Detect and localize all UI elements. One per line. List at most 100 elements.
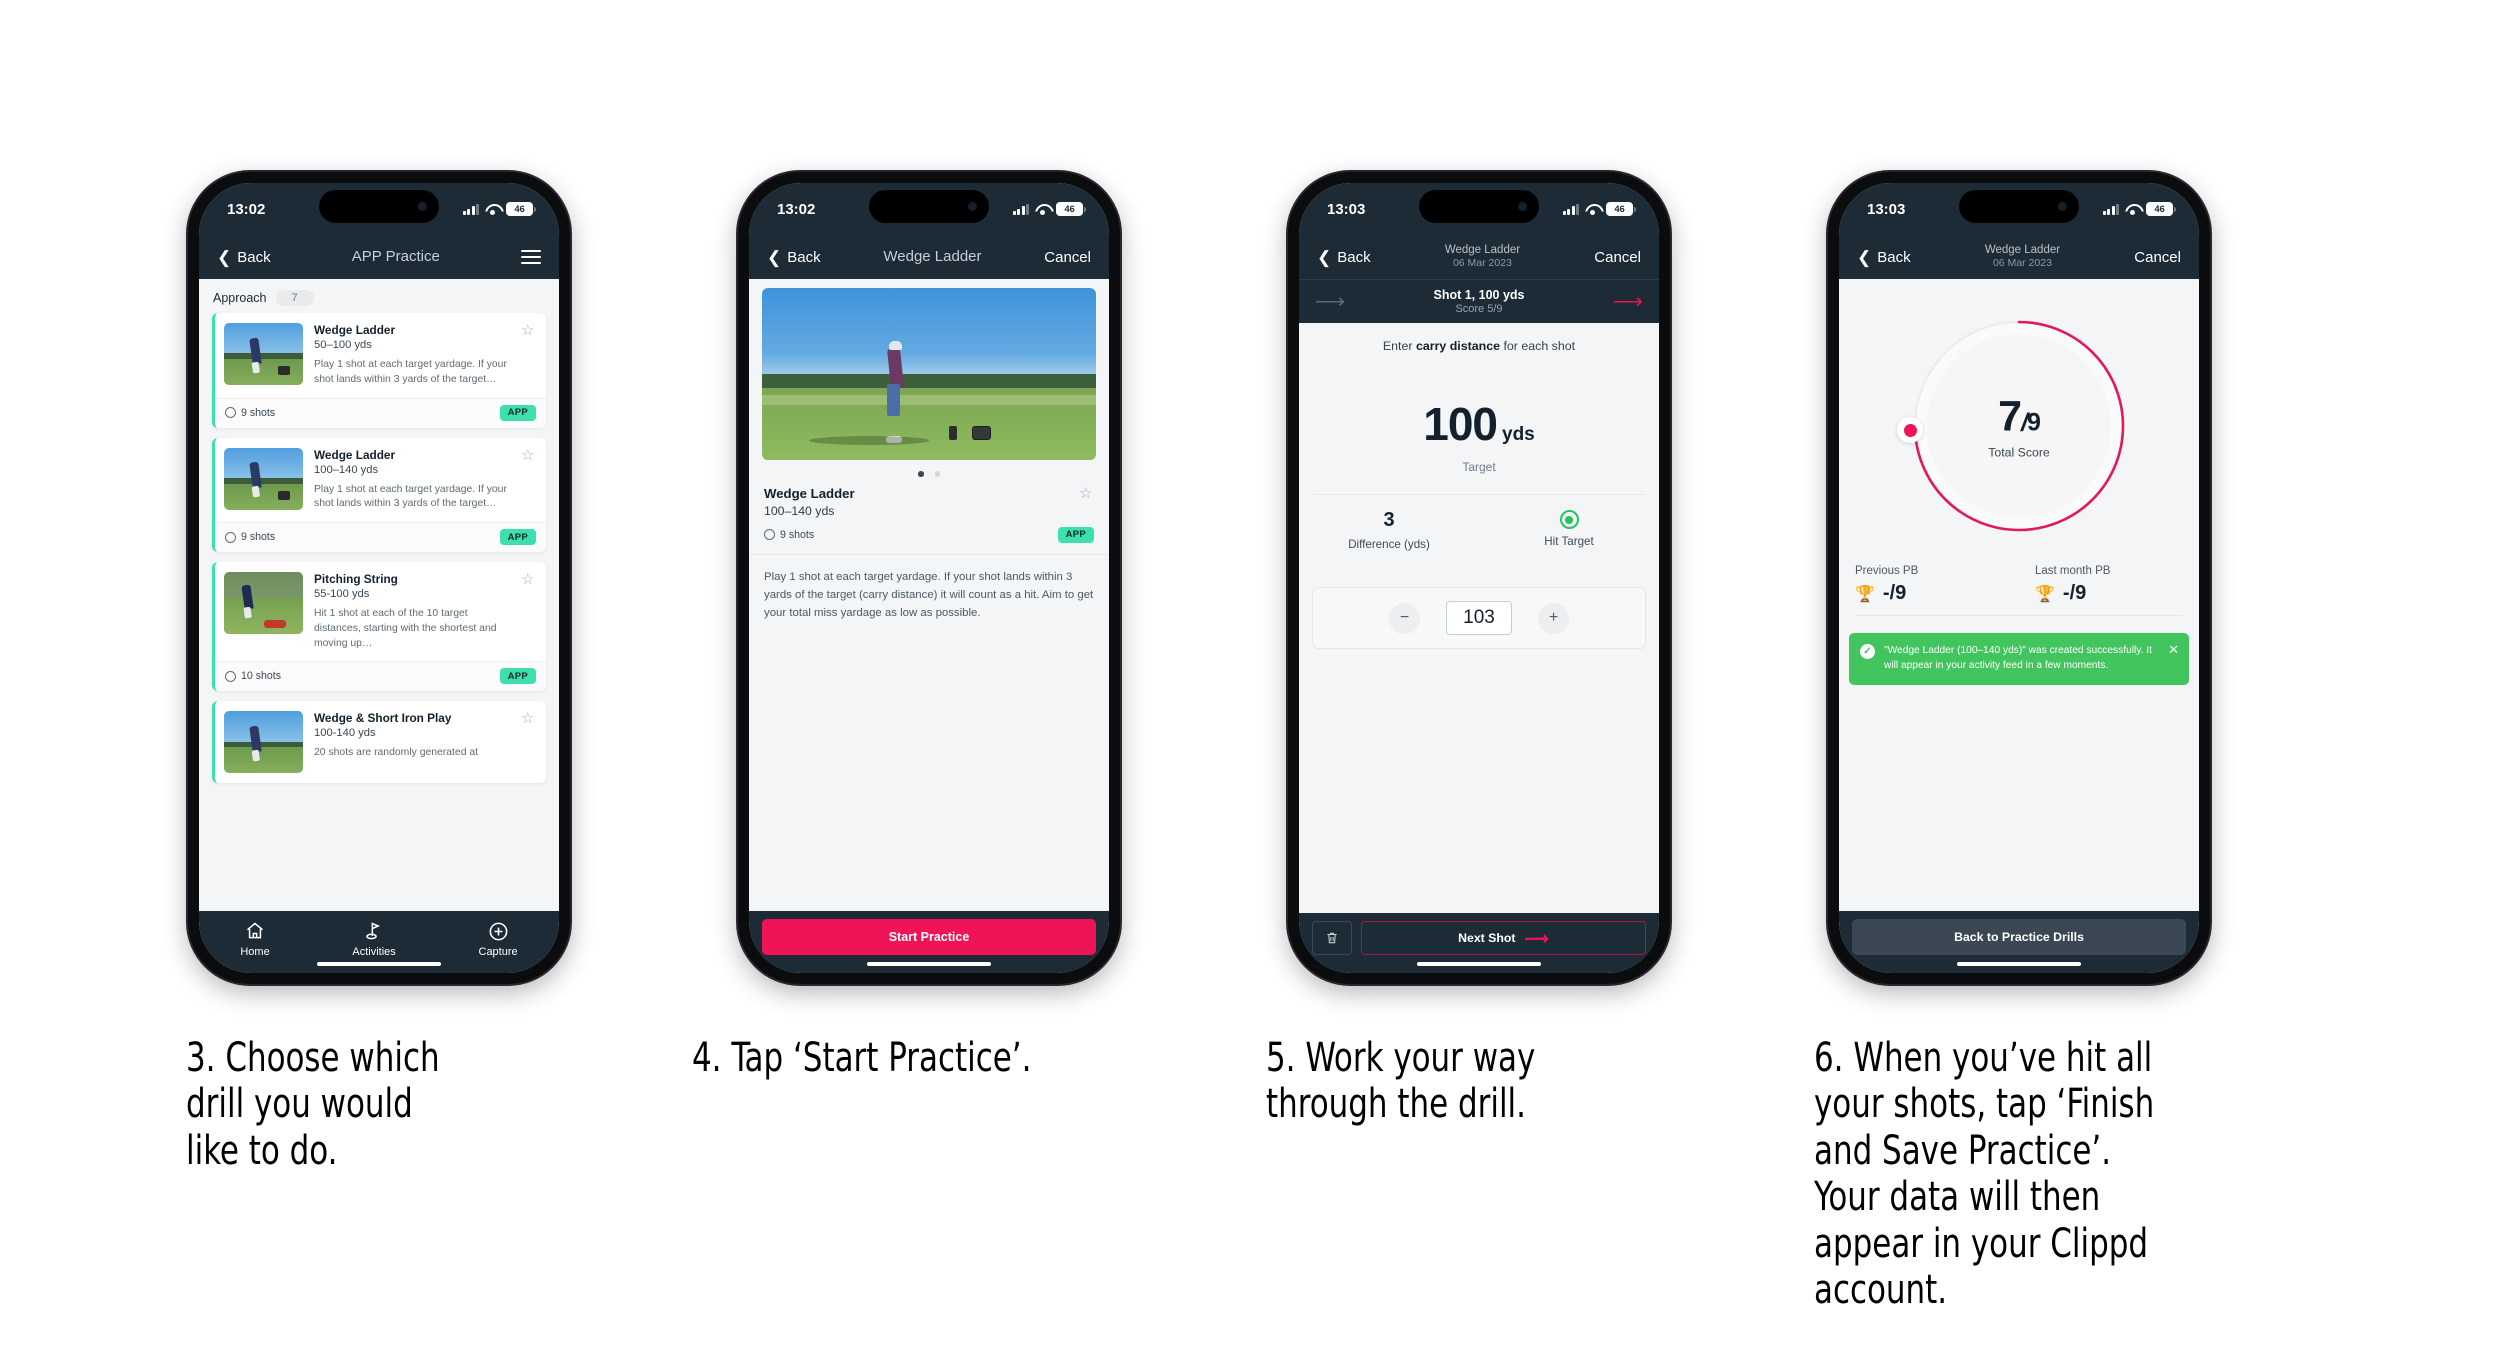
stat-difference: 3 Difference (yds) [1299,509,1479,551]
page-title: Wedge Ladder 06 Mar 2023 [1985,244,2060,269]
tab-home[interactable]: Home [240,920,270,958]
carry-distance-stepper: − 103 + [1312,587,1646,649]
drill-title: Wedge Ladder [314,323,396,337]
drill-description: 20 shots are randomly generated at [314,747,479,759]
list-item[interactable]: Wedge & Short Iron Play 100-140 yds 20 s… [212,701,546,784]
close-icon[interactable]: ✕ [2168,643,2179,656]
card-text: Wedge Ladder 100–140 yds Play 1 shot at … [314,448,510,513]
difference-label: Difference (yds) [1348,538,1430,551]
back-label: Back [1877,248,1911,266]
drill-thumbnail [224,711,303,774]
drill-hero-image[interactable] [762,288,1096,460]
carousel-dot-2[interactable] [934,471,940,477]
drill-thumbnail [224,447,303,510]
battery-icon: 46 [1606,202,1636,216]
camera-icon [1518,202,1527,211]
clock-icon [764,529,775,540]
hamburger-icon[interactable] [521,249,541,265]
instruction-sheet: 13:02 46 ❮ Back APP Practice Approach 7 … [0,0,2503,1347]
page-title: Wedge Ladder 06 Mar 2023 [1445,244,1520,269]
prompt-bold: carry distance [1415,339,1500,353]
list-item[interactable]: Wedge Ladder 100–140 yds Play 1 shot at … [212,437,546,553]
status-time: 13:03 [1327,200,1366,218]
last-month-pb-value-row: 🏆 -/9 [2035,582,2193,605]
shot-footer: Next Shot ⟶ [1299,913,1659,973]
status-indicators: 46 [1012,202,1086,216]
difference-value: 3 [1383,509,1395,531]
dynamic-island [1959,190,2079,223]
dynamic-island [1419,190,1539,223]
cancel-button[interactable]: Cancel [1594,249,1641,266]
shot-count-label: 9 shots [780,528,815,541]
camera-icon [418,202,427,211]
card-footer: 10 shots APP [215,661,546,692]
cancel-button[interactable]: Cancel [2134,249,2181,266]
target-distance: 100 yds Target [1299,353,1659,474]
trash-icon[interactable] [1312,921,1352,955]
previous-pb: Previous PB 🏆 -/9 [1839,565,2019,615]
favourite-star-icon[interactable]: ☆ [521,448,536,463]
section-label: Approach [213,291,267,305]
status-indicators: 46 [462,202,536,216]
cancel-button[interactable]: Cancel [1044,249,1091,266]
shot-stats: 3 Difference (yds) Hit Target [1299,495,1659,551]
status-bar-4: 13:03 46 [1839,183,2199,235]
back-to-practice-drills-button[interactable]: Back to Practice Drills [1852,919,2186,955]
drill-yardage: 100–140 yds [314,463,379,476]
clock-icon [225,407,236,419]
card-text: Pitching String 55-100 yds Hit 1 shot at… [314,572,510,651]
back-button[interactable]: ❮ Back [767,249,821,266]
list-item[interactable]: Pitching String 55-100 yds Hit 1 shot at… [212,562,546,692]
start-practice-button[interactable]: Start Practice [762,919,1096,955]
back-label: Back [1337,248,1371,266]
screen-1: 13:02 46 ❮ Back APP Practice Approach 7 … [199,183,559,973]
phone-4-summary: 13:03 46 ❮ Back Wedge Ladder 06 Mar 2023… [1828,172,2210,984]
back-button[interactable]: ❮ Back [1317,249,1371,266]
carry-distance-input[interactable]: 103 [1446,601,1512,635]
favourite-star-icon[interactable]: ☆ [521,711,536,726]
last-month-pb-value: -/9 [2062,582,2087,604]
stat-hit-target: Hit Target [1479,509,1659,551]
golf-flag-icon [363,920,385,942]
favourite-star-icon[interactable]: ☆ [1079,486,1094,501]
carousel-dots[interactable] [749,460,1109,486]
chevron-left-icon: ❮ [767,247,782,267]
favourite-star-icon[interactable]: ☆ [521,323,536,338]
status-badge: APP [499,404,536,421]
tab-capture[interactable]: Capture [479,920,518,958]
target-value: 100 [1423,398,1498,450]
drill-name: Wedge Ladder [1444,244,1521,257]
wifi-icon [1035,204,1050,215]
ring-progress-handle [1897,417,1923,443]
arrow-left-icon[interactable]: ⟶ [1315,291,1345,312]
tab-home-label: Home [240,946,270,958]
favourite-star-icon[interactable]: ☆ [521,572,536,587]
carousel-dot-1[interactable] [918,471,924,477]
arrow-right-icon: ⟶ [1524,928,1549,948]
status-time: 13:02 [227,200,266,218]
trophy-icon: 🏆 [1855,585,1875,603]
status-bar-1: 13:02 46 [199,183,559,235]
tab-activities[interactable]: Activities [352,920,396,958]
phone-1-drill-list: 13:02 46 ❮ Back APP Practice Approach 7 … [188,172,570,984]
increment-button[interactable]: + [1538,602,1569,634]
list-item[interactable]: Wedge Ladder 50–100 yds Play 1 shot at e… [212,313,546,428]
status-bar-2: 13:02 46 [749,183,1109,235]
drill-title: Wedge Ladder [314,447,396,462]
score-value: 7/9 [1998,392,2041,441]
arrow-right-icon[interactable]: ⟶ [1613,291,1643,312]
drill-list-content[interactable]: Approach 7 Wedge Ladder 50–100 yds Play … [199,279,559,911]
camera-icon [2058,202,2067,211]
back-button[interactable]: ❮ Back [1857,249,1911,266]
card-footer: 9 shots APP [215,522,546,553]
phone-3-shot-entry: 13:03 46 ❮ Back Wedge Ladder 06 Mar 2023… [1288,172,1670,984]
shot-count: 9 shots [225,407,275,419]
summary-footer: Back to Practice Drills [1839,911,2199,973]
wifi-icon [1585,204,1600,215]
battery-icon: 46 [506,202,536,216]
score-ring: 7/9 Total Score [1897,313,2132,539]
shot-count-label: 9 shots [241,531,276,544]
next-shot-button[interactable]: Next Shot ⟶ [1361,921,1646,955]
decrement-button[interactable]: − [1389,602,1420,634]
back-button[interactable]: ❮ Back [217,249,271,266]
